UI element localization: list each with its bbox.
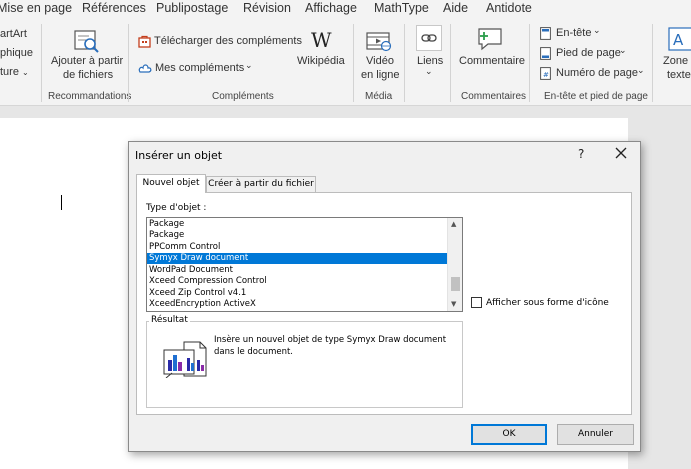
group-separator xyxy=(529,24,530,102)
smartart-button[interactable]: artArt xyxy=(0,28,27,40)
new-object-panel: Type d'objet : Package Package PPComm Co… xyxy=(136,192,632,415)
chevron-down-icon: ⌄ xyxy=(619,45,627,55)
list-item[interactable]: PPComm Control xyxy=(147,242,447,253)
tab-mathtype[interactable]: MathType xyxy=(374,1,429,15)
page-number-icon: # xyxy=(540,67,551,80)
object-result-icon xyxy=(163,341,207,378)
scroll-up-icon[interactable]: ▲ xyxy=(451,220,456,228)
list-item[interactable]: Xceed Zip Control v4.1 xyxy=(147,288,447,299)
group-separator xyxy=(404,24,405,102)
chevron-down-icon: ⌄ xyxy=(593,25,601,35)
add-from-files-line1: Ajouter à partir xyxy=(51,55,124,67)
group-label-recommandations: Recommandations xyxy=(48,91,132,102)
group-label-entete: En-tête et pied de page xyxy=(544,91,648,102)
list-item[interactable]: XceedEncryption ActiveX xyxy=(147,299,447,310)
list-item[interactable]: Xceed Compression Control xyxy=(147,276,447,287)
group-separator xyxy=(128,24,129,102)
text-cursor xyxy=(61,195,62,210)
tab-mise-en-page[interactable]: Mise en page xyxy=(0,1,72,15)
result-description: Insère un nouvel objet de type Symyx Dra… xyxy=(214,335,447,357)
get-addins-label: Télécharger des compléments xyxy=(154,35,302,47)
insert-object-dialog: Insérer un objet ? Nouvel objet Créer à … xyxy=(128,141,641,452)
ribbon: artArt phique ture ⌄ Ajouter à partir de… xyxy=(0,19,691,106)
list-item-selected[interactable]: Symyx Draw document xyxy=(147,253,447,264)
comment-icon xyxy=(478,28,502,51)
help-button[interactable]: ? xyxy=(578,147,584,161)
graphique-button[interactable]: phique xyxy=(0,47,33,59)
close-icon[interactable] xyxy=(613,145,629,161)
group-separator xyxy=(353,24,354,102)
svg-text:A: A xyxy=(673,31,684,49)
cancel-button[interactable]: Annuler xyxy=(557,424,634,445)
online-video-line2: en ligne xyxy=(361,69,400,81)
addins-icon xyxy=(138,64,152,73)
text-box-line2: texte xyxy=(667,69,691,81)
capture-button[interactable]: ture ⌄ xyxy=(0,66,29,78)
store-icon xyxy=(138,35,151,48)
list-scrollbar[interactable]: ▲ ▼ xyxy=(447,218,462,311)
tab-aide[interactable]: Aide xyxy=(443,1,468,15)
group-separator xyxy=(450,24,451,102)
group-separator xyxy=(652,24,653,102)
object-type-label: Type d'objet : xyxy=(146,203,207,213)
dialog-title: Insérer un objet xyxy=(135,149,223,162)
tab-affichage[interactable]: Affichage xyxy=(305,1,357,15)
group-separator xyxy=(41,24,42,102)
header-label: En-tête xyxy=(556,27,592,39)
text-box-line1: Zone d xyxy=(663,55,691,67)
chevron-down-icon: ⌄ xyxy=(425,66,433,76)
add-from-files-line2: de fichiers xyxy=(63,69,114,81)
chevron-down-icon: ⌄ xyxy=(637,65,645,75)
svg-text:#: # xyxy=(543,71,549,79)
comment-label: Commentaire xyxy=(459,55,526,67)
show-as-icon-label[interactable]: Afficher sous forme d'icône xyxy=(486,298,609,308)
list-item[interactable]: WordPad Document xyxy=(147,265,447,276)
tab-references[interactable]: Références xyxy=(82,1,146,15)
text-box-icon: A xyxy=(668,27,691,51)
wikipedia-label: Wikipédia xyxy=(297,55,345,67)
scrollbar-thumb[interactable] xyxy=(451,277,460,291)
group-label-complements: Compléments xyxy=(212,91,274,102)
wikipedia-icon: W xyxy=(311,28,332,52)
tab-revision[interactable]: Révision xyxy=(243,1,291,15)
header-icon xyxy=(540,27,551,40)
chevron-down-icon: ⌄ xyxy=(22,68,29,77)
list-item[interactable]: Package xyxy=(147,230,447,241)
ok-button[interactable]: OK xyxy=(471,424,547,445)
tab-publipostage[interactable]: Publipostage xyxy=(156,1,228,15)
my-addins-label: Mes compléments xyxy=(155,62,245,74)
tab-create-from-file[interactable]: Créer à partir du fichier xyxy=(206,176,316,193)
page-number-label: Numéro de page xyxy=(556,67,638,79)
chevron-down-icon: ⌄ xyxy=(245,60,253,70)
tab-antidote[interactable]: Antidote xyxy=(486,1,532,15)
online-video-line1: Vidéo xyxy=(366,55,394,67)
group-label-commentaires: Commentaires xyxy=(461,91,527,102)
footer-label: Pied de page xyxy=(556,47,621,59)
list-item[interactable]: Package xyxy=(147,219,447,230)
footer-icon xyxy=(540,47,551,60)
link-icon xyxy=(416,25,442,51)
scroll-down-icon[interactable]: ▼ xyxy=(451,300,456,308)
ribbon-tab-bar: Mise en page Références Publipostage Rév… xyxy=(0,0,691,19)
show-as-icon-checkbox[interactable] xyxy=(471,297,482,308)
tab-new-object[interactable]: Nouvel objet xyxy=(136,174,206,193)
add-from-files-icon xyxy=(74,30,99,53)
object-type-list[interactable]: Package Package PPComm Control Symyx Dra… xyxy=(146,217,463,312)
result-label: Résultat xyxy=(149,315,190,325)
capture-label: ture xyxy=(0,66,19,78)
group-label-media: Média xyxy=(365,91,393,102)
video-icon xyxy=(366,32,392,52)
